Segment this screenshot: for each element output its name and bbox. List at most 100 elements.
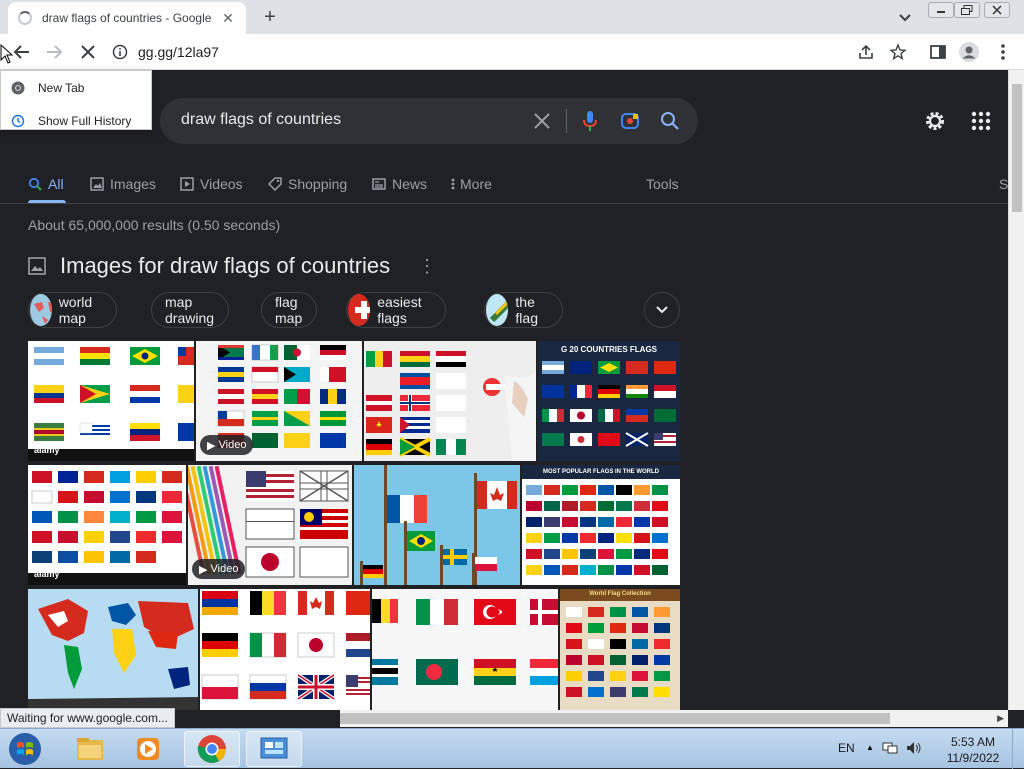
video-badge: ▶ Video <box>192 559 246 579</box>
back-button[interactable] <box>11 41 33 63</box>
taskbar-media-player[interactable] <box>120 731 176 767</box>
badge-label: Video <box>210 563 239 575</box>
clock-date: 11/9/2022 <box>946 751 1000 765</box>
history-item-show-full-history[interactable]: Show Full History <box>1 104 151 137</box>
tab-all[interactable]: All <box>28 171 64 197</box>
image-icon <box>28 257 46 275</box>
image-result[interactable]: ▶ Video <box>188 465 352 585</box>
start-button[interactable] <box>4 731 46 767</box>
tab-close-icon[interactable]: ✕ <box>220 10 236 26</box>
chips-expand-button[interactable] <box>644 292 680 328</box>
settings-gear-icon[interactable] <box>922 108 948 134</box>
google-apps-grid-icon[interactable] <box>970 110 992 132</box>
taskbar-explorer[interactable] <box>62 731 118 767</box>
taskbar-chrome[interactable] <box>184 731 240 767</box>
tab-videos[interactable]: Videos <box>180 171 243 197</box>
forward-button[interactable] <box>43 41 65 63</box>
browser-tab[interactable]: draw flags of countries - Google ✕ <box>8 2 246 34</box>
image-result[interactable] <box>200 589 370 710</box>
search-box-divider <box>566 109 567 133</box>
info-icon[interactable] <box>112 44 128 60</box>
volume-icon[interactable] <box>906 741 922 755</box>
safesearch-partial-label[interactable]: S <box>999 171 1008 197</box>
flags-map-thumbnail <box>28 589 198 710</box>
minimize-button[interactable] <box>928 2 954 18</box>
status-bubble: Waiting for www.google.com... <box>0 708 175 728</box>
search-input[interactable]: draw flags of countries <box>181 111 341 129</box>
tab-search-icon[interactable] <box>896 8 914 26</box>
control-panel-icon <box>260 737 288 759</box>
chip-map-drawing[interactable]: map drawing <box>151 292 230 328</box>
folder-icon <box>77 738 103 760</box>
tab-images[interactable]: Images <box>90 171 156 197</box>
chevron-down-icon <box>656 306 668 314</box>
scrollbar-thumb[interactable] <box>340 713 890 724</box>
show-hidden-icons-icon[interactable]: ▲ <box>866 741 874 755</box>
clear-search-icon[interactable] <box>530 109 554 133</box>
tab-title: draw flags of countries - Google <box>42 11 212 25</box>
image-result[interactable]: MOST POPULAR FLAGS IN THE WORLD <box>522 465 680 585</box>
tab-more[interactable]: More <box>450 171 492 197</box>
tab-shopping[interactable]: Shopping <box>268 171 347 197</box>
show-desktop-button[interactable] <box>1012 729 1024 769</box>
flags-thumbnail <box>28 465 186 585</box>
play-icon <box>180 177 194 191</box>
close-window-button[interactable] <box>984 2 1010 18</box>
scroll-right-arrow-icon[interactable]: ▶ <box>997 713 1004 724</box>
search-box[interactable]: draw flags of countries <box>160 98 698 144</box>
images-section-title[interactable]: Images for draw flags of countries <box>60 253 390 279</box>
history-clock-icon <box>11 114 25 128</box>
image-result[interactable] <box>28 589 198 710</box>
image-result[interactable] <box>372 589 558 710</box>
chip-world-map[interactable]: world map <box>28 292 118 328</box>
image-result[interactable]: ▶ Video <box>196 341 362 461</box>
bookmark-star-icon[interactable] <box>887 41 909 63</box>
thumbnail-caption: MOST POPULAR FLAGS IN THE WORLD <box>543 469 659 475</box>
image-result[interactable]: alamy <box>28 341 194 461</box>
thumbnail-caption: World Flag Collection <box>589 591 651 597</box>
scrollbar-thumb[interactable] <box>1012 84 1022 212</box>
address-bar[interactable]: gg.gg/12la97 <box>112 38 842 66</box>
section-more-icon[interactable]: ⋮ <box>418 256 436 277</box>
arrow-right-icon <box>47 45 63 59</box>
image-result[interactable] <box>364 341 536 461</box>
windows-logo-icon <box>9 733 41 765</box>
stop-loading-button[interactable] <box>77 41 99 63</box>
browser-menu-icon[interactable] <box>992 41 1014 63</box>
lens-search-icon[interactable] <box>618 109 642 133</box>
new-tab-button[interactable]: + <box>258 6 282 28</box>
image-result[interactable] <box>354 465 520 585</box>
network-icon[interactable] <box>882 741 898 755</box>
image-result[interactable]: G 20 COUNTRIES FLAGS <box>538 341 680 461</box>
voice-search-icon[interactable] <box>578 109 602 133</box>
tab-news[interactable]: News <box>372 171 427 197</box>
image-result[interactable]: alamy <box>28 465 186 585</box>
watermark: alamy <box>34 569 60 579</box>
horizontal-scrollbar[interactable]: ▶ <box>340 710 1008 727</box>
chip-flag-map[interactable]: flag map <box>261 292 318 328</box>
vertical-scrollbar[interactable] <box>1008 70 1024 710</box>
tab-label: News <box>392 176 428 192</box>
back-history-menu: New Tab Show Full History <box>0 70 152 130</box>
chrome-icon <box>197 735 226 763</box>
share-icon[interactable] <box>855 41 877 63</box>
chip-the-flag[interactable]: the flag <box>484 292 563 328</box>
flags-thumbnail <box>522 465 680 585</box>
tools-button[interactable]: Tools <box>646 171 679 197</box>
system-clock[interactable]: 5:53 AM 11/9/2022 <box>938 734 1008 766</box>
history-item-label: New Tab <box>38 80 85 95</box>
input-language[interactable]: EN <box>838 741 855 755</box>
profile-avatar-icon[interactable] <box>958 41 980 63</box>
windows-taskbar: EN ▲ 5:53 AM 11/9/2022 <box>0 728 1024 769</box>
taskbar-control-panel[interactable] <box>246 731 302 767</box>
loading-spinner-icon <box>18 11 32 25</box>
thumbnail-caption: G 20 COUNTRIES FLAGS <box>560 345 657 354</box>
image-result[interactable]: World Flag Collection <box>560 589 680 710</box>
restore-button[interactable] <box>954 2 980 18</box>
history-item-new-tab[interactable]: New Tab <box>1 71 151 104</box>
kebab-icon <box>450 177 456 191</box>
tag-icon <box>268 177 282 191</box>
search-icon[interactable] <box>658 109 682 133</box>
chip-easiest-flags[interactable]: easiest flags <box>346 292 447 328</box>
side-panel-icon[interactable] <box>927 41 949 63</box>
